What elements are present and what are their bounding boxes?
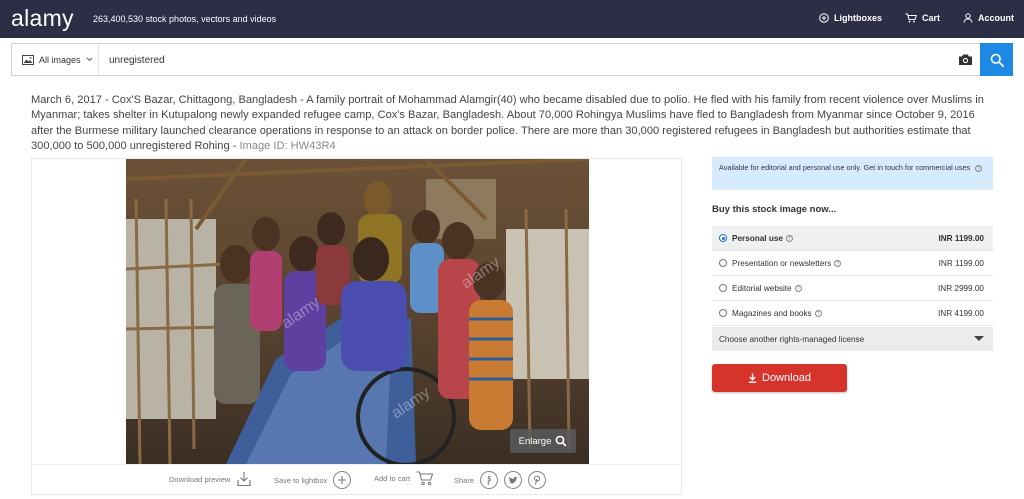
alamy-logo[interactable]: alamy: [11, 5, 74, 32]
license-option-presentation[interactable]: Presentation or newsletters ? INR 1199.0…: [712, 251, 993, 276]
search-bar: All images: [11, 43, 1013, 76]
camera-icon: [959, 54, 972, 65]
save-to-lightbox-button[interactable]: Save to lightbox: [274, 471, 352, 489]
usage-notice: Available for editorial and personal use…: [712, 157, 993, 190]
share-group: Share: [454, 471, 547, 489]
add-to-cart-button[interactable]: Add to cart: [374, 471, 434, 486]
info-icon[interactable]: ?: [975, 165, 983, 172]
lightboxes-link[interactable]: Lightboxes: [819, 13, 882, 23]
caret-down-icon: [974, 336, 984, 341]
image-description: March 6, 2017 - Cox'S Bazar, Chittagong,…: [31, 93, 996, 155]
share-label: Share: [454, 475, 475, 485]
image-actions-bar: Download preview Save to lightbox Add to…: [32, 464, 681, 495]
info-icon[interactable]: ?: [834, 259, 842, 267]
license-label: Personal use: [732, 233, 783, 243]
info-icon[interactable]: ?: [814, 309, 822, 317]
license-option-personal-use[interactable]: Personal use ? INR 1199.00: [712, 226, 993, 251]
search-icon: [990, 53, 1004, 67]
radio-icon[interactable]: [719, 309, 727, 317]
radio-selected-icon[interactable]: [719, 234, 727, 242]
refugee-family-photo: alamy alamy alamy: [126, 159, 589, 464]
license-label: Magazines and books: [732, 308, 812, 318]
facebook-icon[interactable]: [480, 471, 499, 489]
download-arrow-icon: [748, 373, 757, 383]
image-id: Image ID: HW43R4: [239, 140, 336, 153]
magnifier-icon: [555, 435, 567, 447]
info-icon[interactable]: ?: [785, 234, 793, 242]
user-icon: [963, 13, 973, 23]
lightboxes-label: Lightboxes: [834, 13, 883, 23]
visual-search-button[interactable]: [958, 53, 973, 71]
tagline: 263,400,530 stock photos, vectors and vi…: [93, 14, 277, 24]
info-icon[interactable]: ?: [794, 284, 802, 292]
license-price: INR 1199.00: [938, 259, 984, 268]
buy-title: Buy this stock image now...: [712, 204, 837, 215]
save-to-lightbox-label: Save to lightbox: [274, 475, 328, 485]
usage-notice-text: Available for editorial and personal use…: [719, 163, 971, 172]
license-label: Editorial website: [732, 283, 792, 293]
license-option-editorial-website[interactable]: Editorial website ? INR 2999.00: [712, 276, 993, 301]
download-tray-icon: [237, 472, 251, 487]
radio-icon[interactable]: [719, 259, 727, 267]
top-bar: alamy 263,400,530 stock photos, vectors …: [0, 0, 1024, 38]
enlarge-button[interactable]: Enlarge: [510, 429, 576, 453]
account-label: Account: [978, 13, 1014, 23]
image-card: alamy alamy alamy Enlarge Download previ…: [31, 158, 682, 495]
license-label: Presentation or newsletters: [732, 258, 832, 268]
other-license-label: Choose another rights-managed license: [719, 334, 865, 344]
plus-icon: [333, 471, 352, 489]
download-label: Download: [762, 372, 811, 384]
license-options: Personal use ? INR 1199.00 Presentation …: [712, 226, 993, 351]
add-to-cart-label: Add to cart: [374, 474, 411, 483]
image-type-dropdown[interactable]: All images: [12, 44, 99, 75]
download-preview-button[interactable]: Download preview: [169, 471, 252, 487]
license-option-magazines-books[interactable]: Magazines and books ? INR 4199.00: [712, 301, 993, 326]
plus-circle-icon: [819, 13, 829, 23]
download-button[interactable]: Download: [712, 364, 847, 392]
search-button[interactable]: [980, 43, 1013, 76]
cart-icon: [905, 13, 917, 23]
pinterest-icon[interactable]: [528, 471, 547, 489]
cart-icon: [416, 471, 434, 486]
cart-label: Cart: [922, 13, 941, 23]
stock-photo[interactable]: alamy alamy alamy: [126, 159, 589, 464]
image-icon: [22, 54, 34, 65]
cart-link[interactable]: Cart: [905, 13, 940, 23]
license-price: INR 2999.00: [938, 284, 984, 293]
account-link[interactable]: Account: [963, 13, 1014, 23]
license-price: INR 1199.00: [938, 234, 984, 243]
enlarge-label: Enlarge: [518, 435, 552, 447]
twitter-icon[interactable]: [504, 471, 523, 489]
license-price: INR 4199.00: [938, 309, 984, 318]
description-text: March 6, 2017 - Cox'S Bazar, Chittagong,…: [31, 94, 984, 153]
image-type-label: All images: [39, 54, 81, 65]
other-license-dropdown[interactable]: Choose another rights-managed license: [712, 327, 993, 351]
chevron-down-icon: [86, 57, 92, 62]
download-preview-label: Download preview: [169, 474, 231, 484]
search-input[interactable]: [109, 51, 909, 69]
radio-icon[interactable]: [719, 284, 727, 292]
